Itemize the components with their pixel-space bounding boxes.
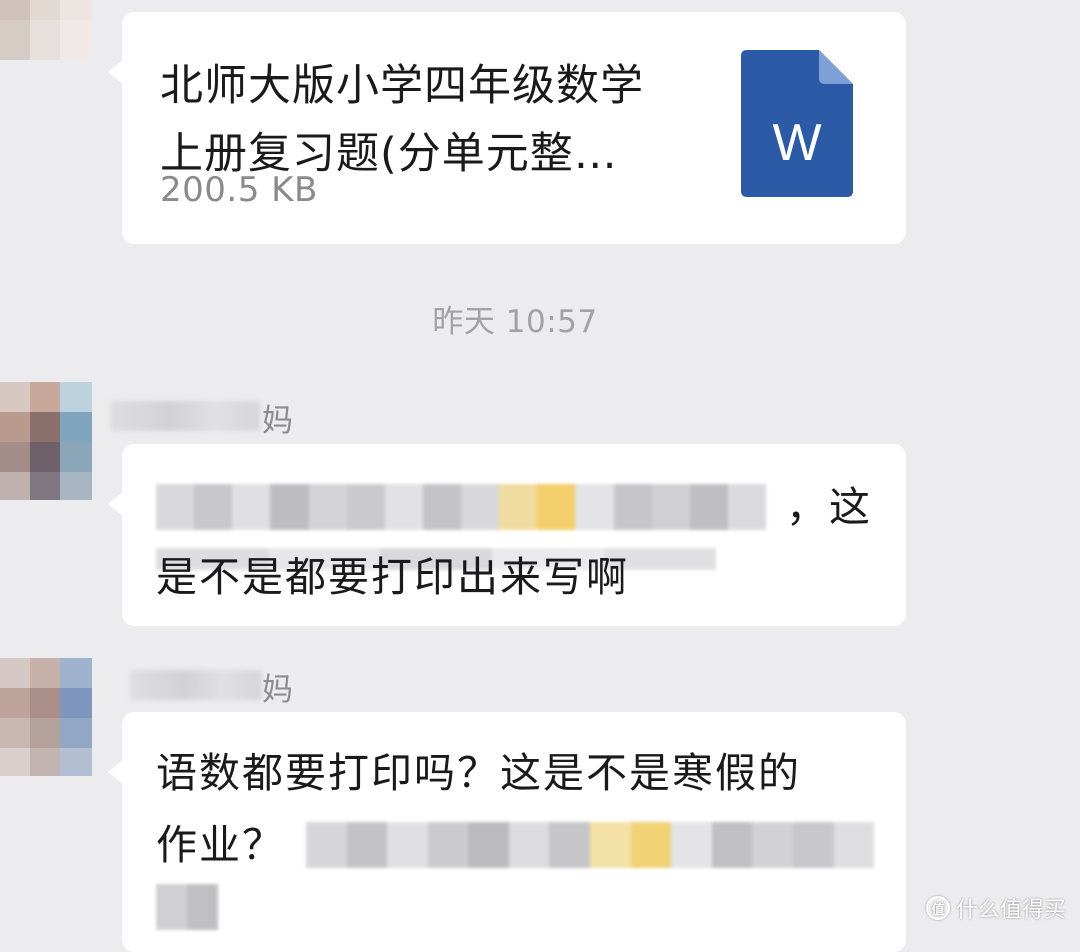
watermark-text: 什么值得买 (955, 898, 1066, 923)
message-text: 语数都要打印吗？这是不是寒假的 (156, 749, 801, 797)
sender-name-suffix: 妈 (262, 403, 293, 439)
avatar[interactable] (0, 382, 92, 500)
blurred-text (306, 822, 875, 868)
timestamp: 昨天 10:57 (432, 304, 598, 340)
message-text: 作业？ (156, 821, 285, 869)
message-bubble[interactable]: ，这 是不是都要打印出来写啊 (108, 444, 906, 626)
watermark-logo: 值 什么值得买 (925, 892, 1066, 924)
file-title: 北师大版小学四年级数学 上册复习题(分单元整… (160, 61, 644, 179)
avatar[interactable] (0, 0, 92, 60)
blurred-name (110, 401, 260, 431)
doc-icon-letter: W (772, 114, 821, 172)
file-message-bubble[interactable]: 北师大版小学四年级数学 上册复习题(分单元整… 200.5 KB W (108, 12, 906, 244)
message-bubble[interactable]: 语数都要打印吗？这是不是寒假的 作业？ (108, 712, 906, 952)
avatar[interactable] (0, 658, 92, 776)
blurred-name (130, 670, 262, 700)
word-document-icon: W (741, 50, 853, 197)
watermark-icon: 值 (925, 896, 950, 920)
sender-name-suffix: 妈 (262, 672, 293, 708)
message-text: 是不是都要打印出来写啊 (156, 553, 629, 601)
blurred-text (156, 484, 766, 530)
file-size: 200.5 KB (160, 170, 318, 210)
message-text: ，这 (786, 483, 872, 531)
blurred-text (156, 884, 218, 930)
sender-name: 妈 (110, 664, 310, 708)
sender-name: 妈 (110, 395, 310, 439)
